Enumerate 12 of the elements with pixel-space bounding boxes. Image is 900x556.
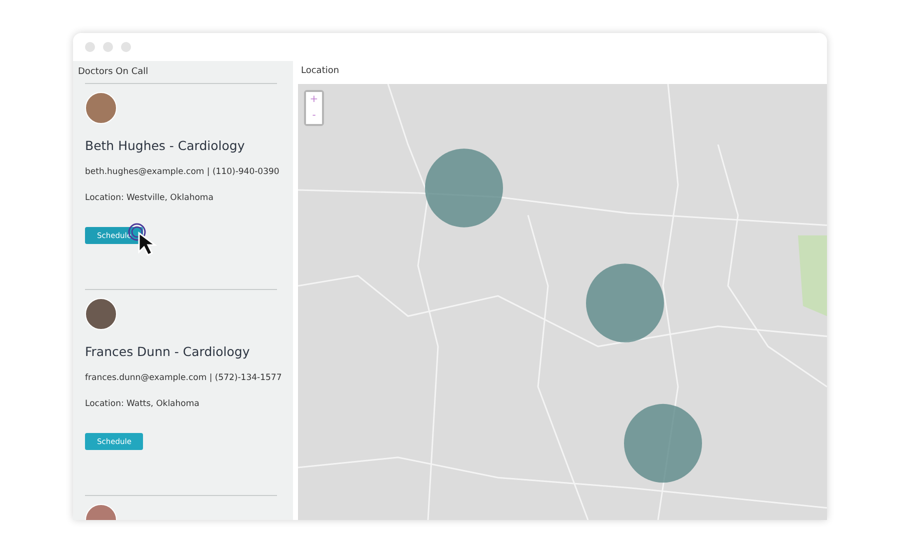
avatar-placeholder bbox=[85, 92, 117, 124]
doctor-name: Beth Hughes - Cardiology bbox=[85, 138, 246, 153]
avatar-placeholder bbox=[85, 298, 117, 330]
location-circle[interactable] bbox=[425, 148, 503, 228]
sidebar-title: Doctors On Call bbox=[78, 66, 150, 79]
location-circle[interactable] bbox=[586, 264, 664, 342]
doctor-location: Location: Westville, Oklahoma bbox=[85, 193, 214, 203]
doctor-name: Frances Dunn - Cardiology bbox=[85, 344, 251, 359]
doctor-location: Location: Watts, Oklahoma bbox=[85, 399, 200, 409]
map-title: Location bbox=[300, 65, 340, 78]
location-circle[interactable] bbox=[624, 404, 702, 483]
doctor-contact: beth.hughes@example.com | (110)-940-0390 bbox=[85, 167, 277, 177]
